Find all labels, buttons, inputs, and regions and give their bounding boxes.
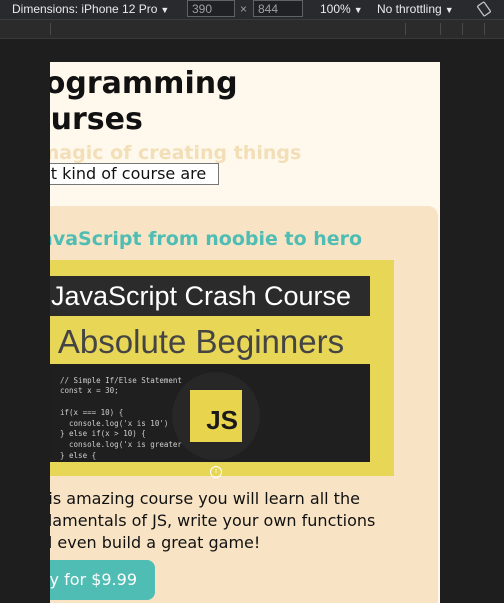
- width-input[interactable]: 390: [187, 0, 235, 17]
- media-query-bar: [0, 20, 504, 39]
- description-line: ndamentals of JS, write your own functio…: [50, 511, 376, 530]
- code-line-text: console.log('x is 10'): [60, 418, 169, 428]
- code-line-text: } else if(x > 10) {: [60, 429, 146, 439]
- js-logo-icon: JS: [190, 390, 242, 442]
- height-input[interactable]: 844: [253, 0, 303, 17]
- course-card: avaScript from noobie to hero JavaScript…: [50, 206, 438, 603]
- thumbnail-banner-title: JavaScript Crash Course: [50, 276, 370, 316]
- play-overlay[interactable]: JS: [172, 372, 260, 460]
- course-title[interactable]: avaScript from noobie to hero: [50, 228, 362, 250]
- page-title-line2: ourses: [50, 102, 143, 137]
- description-line: nd even build a great game!: [50, 533, 261, 552]
- ruler-divider: [440, 23, 441, 35]
- ruler-divider: [50, 23, 51, 35]
- code-line-text: // Simple If/Else Statement: [60, 375, 182, 385]
- info-icon[interactable]: i: [210, 466, 222, 478]
- device-select[interactable]: Dimensions: iPhone 12 Pro ▼: [12, 2, 169, 16]
- code-line-text: const x = 30;: [60, 386, 119, 396]
- chevron-down-icon: ▼: [160, 5, 170, 15]
- dimension-separator: ×: [240, 2, 248, 16]
- code-line-text: if(x === 10) {: [60, 407, 124, 417]
- course-description: this amazing course you will learn all t…: [50, 488, 412, 554]
- chevron-down-icon: ▼: [353, 5, 363, 15]
- page-subtitle: e magic of creating things: [50, 142, 302, 164]
- ruler-divider: [405, 23, 406, 35]
- buy-button[interactable]: Buy for $9.99: [50, 560, 155, 600]
- device-label: Dimensions: iPhone 12 Pro: [12, 2, 158, 16]
- zoom-select[interactable]: 100% ▼: [320, 2, 363, 16]
- chevron-down-icon: ▼: [444, 5, 454, 15]
- thumbnail-banner-subtitle: Absolute Beginners: [57, 323, 345, 360]
- course-search-input[interactable]: at kind of course are: [50, 163, 219, 185]
- page-title-line1: rogramming: [50, 66, 238, 101]
- rotate-icon[interactable]: [476, 1, 492, 17]
- device-viewport: rogramming ourses e magic of creating th…: [50, 62, 440, 603]
- zoom-label: 100%: [320, 2, 351, 16]
- code-line-text: console.log('x is greater: [60, 439, 182, 449]
- code-line-text: } else {: [60, 450, 97, 460]
- ruler-divider: [462, 23, 463, 35]
- course-thumbnail[interactable]: JavaScript Crash Course Absolute Beginne…: [50, 260, 394, 478]
- ruler-divider: [484, 23, 485, 35]
- throttle-label: No throttling: [377, 2, 442, 16]
- page-title: rogramming ourses: [50, 66, 440, 138]
- throttle-select[interactable]: No throttling ▼: [377, 2, 454, 16]
- description-line: this amazing course you will learn all t…: [50, 489, 360, 508]
- devtools-toolbar: Dimensions: iPhone 12 Pro ▼ 390 × 844 100…: [0, 0, 504, 20]
